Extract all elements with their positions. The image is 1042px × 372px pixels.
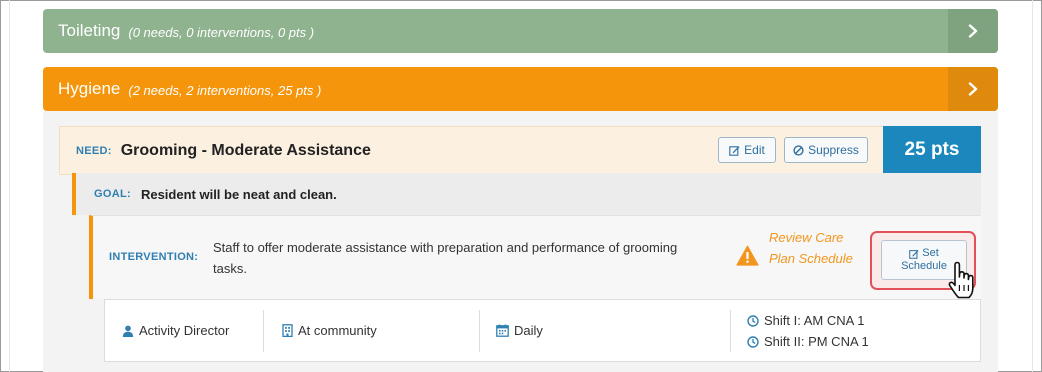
suppress-label: Suppress [808,143,859,157]
intervention-text: Staff to offer moderate assistance with … [213,240,678,276]
shift-1: Shift I: AM CNA 1 [747,313,864,328]
intervention-label: INTERVENTION: [109,251,199,263]
right-rail [1032,0,1033,372]
user-icon [122,325,134,337]
goal-label: GOAL: [94,188,131,200]
section-title: Hygiene [58,79,121,98]
left-rail [9,0,10,372]
frequency-cell: Daily [496,300,543,361]
expand-hygiene-button[interactable] [948,67,998,111]
edit-label: Edit [744,143,765,157]
shift-2: Shift II: PM CNA 1 [747,334,869,349]
chevron-right-icon [968,24,978,38]
need-title: Grooming - Moderate Assistance [120,141,371,159]
section-hygiene[interactable]: Hygiene (2 needs, 2 interventions, 25 pt… [43,67,998,111]
ban-icon [793,144,804,156]
responsible-text: Activity Director [139,323,230,338]
edit-button[interactable]: Edit [718,137,776,163]
location-text: At community [298,323,377,338]
suppress-button[interactable]: Suppress [784,137,868,163]
goal-row: GOAL: Resident will be neat and clean. [72,173,981,215]
section-summary: (0 needs, 0 interventions, 0 pts ) [128,24,315,40]
shift-2-text: Shift II: PM CNA 1 [764,334,869,349]
edit-icon [729,145,740,156]
edit-icon [909,249,919,259]
section-title: Toileting [58,21,121,40]
building-icon [282,324,293,337]
need-label: NEED: [76,144,112,157]
points-badge: 25 pts [883,126,981,173]
set-schedule-label-line2: Schedule [901,260,947,272]
clock-icon [747,335,759,348]
section-summary: (2 needs, 2 interventions, 25 pts ) [128,82,322,98]
goal-text: Resident will be neat and clean. [140,186,337,202]
section-toileting[interactable]: Toileting (0 needs, 0 interventions, 0 p… [43,9,998,53]
responsible-cell: Activity Director [122,300,229,361]
divider [479,310,480,352]
intervention-row: INTERVENTION: Staff to offer moderate as… [89,215,981,299]
location-cell: At community [282,300,377,361]
shift-1-text: Shift I: AM CNA 1 [764,313,865,328]
expand-toileting-button[interactable] [948,9,998,53]
chevron-right-icon [968,82,978,96]
calendar-icon [496,324,509,337]
frequency-text: Daily [514,323,543,338]
divider [263,310,264,352]
warning-triangle-icon [736,245,759,266]
intervention-details-row: Activity Director At community Daily Shi… [104,299,981,362]
hand-pointer-icon [948,261,974,299]
clock-icon [747,314,759,327]
review-care-plan-schedule-link[interactable]: Review Care Plan Schedule [769,227,869,269]
set-schedule-label-line1: Set [922,247,939,259]
divider [730,310,731,352]
